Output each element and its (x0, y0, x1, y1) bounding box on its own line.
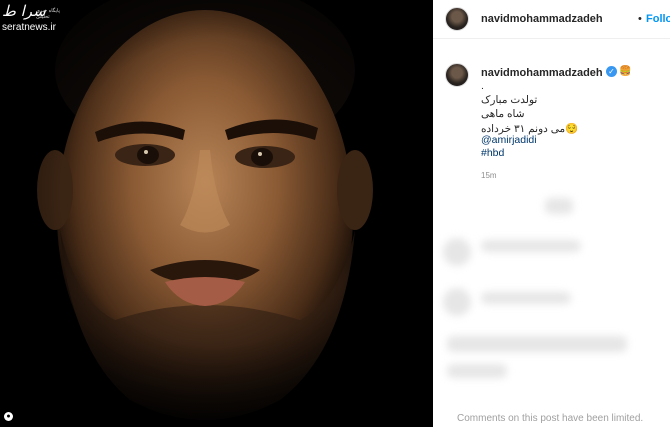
blurred-comment (481, 240, 581, 252)
post-side-panel: navidmohammadzadeh • Follow navidmohamma… (433, 0, 670, 427)
blurred-comment (481, 292, 571, 304)
comments-limited-notice: Comments on this post have been limited. (457, 413, 644, 424)
mention-link[interactable]: @amirjadidi (481, 134, 537, 146)
post-time[interactable]: 15m (481, 171, 497, 180)
portrait-image (0, 0, 433, 427)
blurred-comment (545, 198, 573, 214)
post-header: navidmohammadzadeh • Follow (433, 0, 670, 39)
blurred-avatar (443, 238, 471, 266)
person-tag-icon[interactable]: ● (4, 412, 13, 421)
blurred-comment (447, 336, 627, 352)
watermark: سرا ط پایگاه خبری تحلیلی seratnews.ir (2, 2, 60, 33)
caption-line: تولدت مبارک (481, 94, 538, 106)
caption-line: . (481, 80, 484, 92)
watermark-tagline: پایگاه خبری تحلیلی (36, 8, 60, 20)
post-photo[interactable]: سرا ط پایگاه خبری تحلیلی seratnews.ir ● (0, 0, 433, 427)
hashtag-link[interactable]: #hbd (481, 147, 504, 159)
blurred-avatar (443, 288, 471, 316)
blurred-comment (447, 364, 507, 378)
avatar[interactable] (445, 7, 469, 31)
verified-badge-icon: ✓ (606, 66, 617, 77)
header-separator: • (638, 13, 642, 25)
watermark-site: seratnews.ir (2, 22, 56, 33)
caption-username[interactable]: navidmohammadzadeh (481, 67, 603, 79)
follow-button[interactable]: Follow (646, 13, 670, 25)
caption-username-emoji: 🍔 (619, 66, 632, 77)
header-username[interactable]: navidmohammadzadeh (481, 13, 603, 25)
caption-line: شاه ماهی (481, 108, 525, 120)
caption-avatar[interactable] (445, 63, 469, 87)
